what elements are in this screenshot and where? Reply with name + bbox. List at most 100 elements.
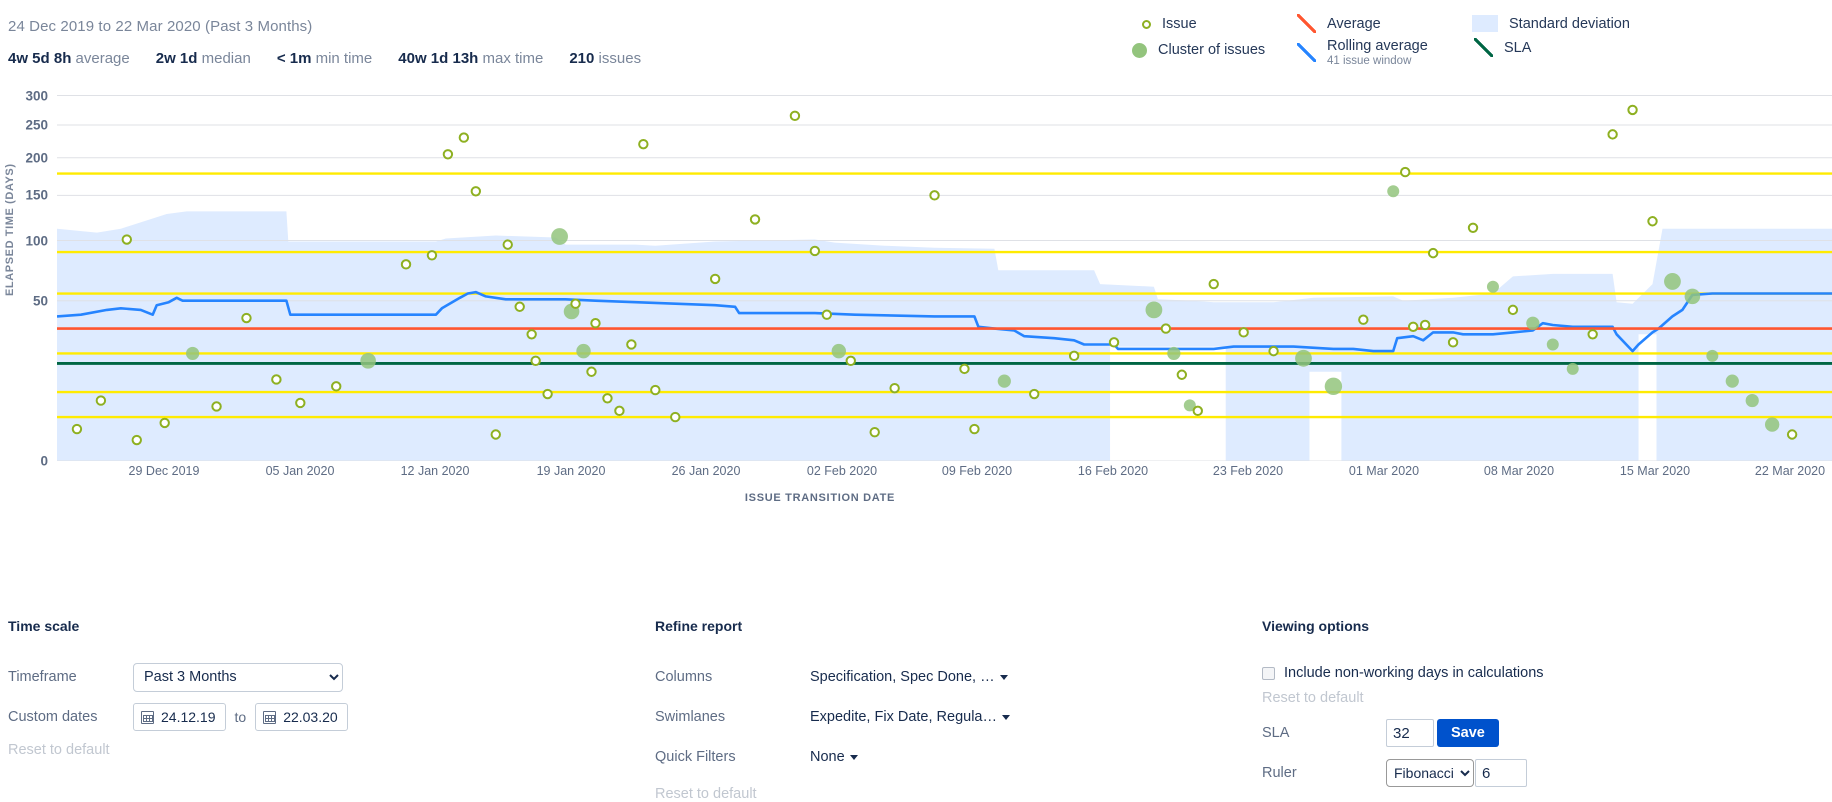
x-tick-label: 08 Mar 2020 — [1483, 464, 1555, 478]
date-range-label: 24 Dec 2019 to 22 Mar 2020 (Past 3 Month… — [8, 18, 313, 35]
columns-label: Columns — [655, 669, 713, 685]
ruler-type-select[interactable]: Fibonacci — [1386, 759, 1474, 787]
legend-item-sla: SLA — [1474, 38, 1531, 57]
y-tick-label: 100 — [25, 233, 48, 249]
legend-sublabel-rolling-average: 41 issue window — [1327, 55, 1412, 67]
x-tick-label: 12 Jan 2020 — [400, 464, 470, 478]
sla-input[interactable] — [1386, 719, 1434, 747]
legend-label-issue: Issue — [1162, 16, 1197, 33]
columns-dropdown[interactable]: Specification, Spec Done, … — [810, 669, 1008, 685]
stat-max-time: 40w 1d 13h max time — [398, 50, 544, 67]
calendar-icon — [141, 710, 154, 724]
y-tick-label: 150 — [25, 187, 48, 203]
columns-value: Specification, Spec Done, … — [810, 669, 995, 685]
ruler-row: Ruler Fibonacci — [1262, 756, 1822, 790]
ruler-count-input[interactable] — [1475, 759, 1527, 787]
x-axis-ticks: 29 Dec 2019 05 Jan 2020 12 Jan 2020 19 Jan … — [57, 464, 1832, 484]
sla-row: SLA Save — [1262, 716, 1822, 750]
stat-min-time: < 1m min time — [276, 50, 373, 67]
time-scale-title: Time scale — [8, 618, 80, 634]
x-tick-label: 05 Jan 2020 — [265, 464, 335, 478]
swimlanes-row: Swimlanes Expedite, Fix Date, Regula… — [655, 700, 1195, 734]
legend-label-average: Average — [1327, 15, 1381, 32]
x-tick-label: 09 Feb 2020 — [941, 464, 1013, 478]
y-tick-label: 300 — [25, 88, 48, 104]
chevron-down-icon — [999, 674, 1008, 680]
x-tick-label: 29 Dec 2019 — [128, 464, 200, 478]
y-tick-label: 250 — [25, 117, 48, 133]
x-tick-label: 19 Jan 2020 — [536, 464, 606, 478]
legend-item-standard-deviation: Standard deviation — [1472, 15, 1630, 32]
quick-filters-label: Quick Filters — [655, 749, 736, 765]
y-tick-label: 50 — [32, 293, 48, 309]
control-chart: ELAPSED TIME (DAYS) 29 Dec 2019 05 Jan 20… — [0, 78, 1832, 518]
summary-stats: 4w 5d 8h average 2w 1d median < 1m min tim… — [8, 50, 667, 67]
y-axis-title: ELAPSED TIME (DAYS) — [4, 163, 16, 296]
x-tick-label: 02 Feb 2020 — [806, 464, 878, 478]
x-tick-label: 23 Feb 2020 — [1212, 464, 1284, 478]
legend-label-rolling-average: Rolling average 41 issue window — [1327, 38, 1428, 67]
issue-marker-icon — [1142, 19, 1151, 29]
legend-item-cluster: Cluster of issues — [1132, 42, 1265, 58]
swimlanes-value: Expedite, Fix Date, Regula… — [810, 709, 997, 725]
date-from-value: 24.12.19 — [161, 709, 216, 725]
custom-dates-row: Custom dates 24.12.19 to 22.03.20 — [8, 700, 548, 734]
columns-row: Columns Specification, Spec Done, … — [655, 660, 1195, 694]
sla-marker-icon — [1474, 38, 1493, 57]
legend-item-average: Average — [1297, 14, 1381, 33]
viewing-options-reset-link[interactable]: Reset to default — [1262, 690, 1822, 706]
viewing-options-column: Viewing options Include non-working days… — [1262, 618, 1822, 790]
quick-filters-row: Quick Filters None — [655, 740, 1195, 774]
chart-legend: Issue Cluster of issues Average Rolling ave… — [1112, 14, 1832, 76]
refine-report-title: Refine report — [655, 618, 743, 634]
quick-filters-dropdown[interactable]: None — [810, 749, 858, 765]
non-working-days-label: Include non-working days in calculations — [1284, 665, 1544, 681]
swimlanes-dropdown[interactable]: Expedite, Fix Date, Regula… — [810, 709, 1010, 725]
x-axis-title: ISSUE TRANSITION DATE — [744, 492, 896, 504]
save-button[interactable]: Save — [1437, 719, 1499, 747]
date-to-connector: to — [234, 709, 247, 725]
stat-average: 4w 5d 8h average — [8, 50, 130, 67]
date-to-value: 22.03.20 — [283, 709, 338, 725]
legend-label-cluster: Cluster of issues — [1158, 42, 1266, 59]
x-tick-label: 16 Feb 2020 — [1077, 464, 1149, 478]
legend-item-rolling-average: Rolling average 41 issue window — [1297, 38, 1428, 67]
report-controls: Time scale Timeframe Past 3 Months Custo… — [0, 618, 1832, 802]
non-working-days-checkbox[interactable] — [1262, 666, 1275, 680]
time-scale-column: Time scale Timeframe Past 3 Months Custo… — [8, 618, 548, 758]
chevron-down-icon — [1001, 714, 1010, 720]
stat-issues: 210 issues — [569, 50, 642, 67]
calendar-icon — [263, 710, 277, 724]
timeframe-row: Timeframe Past 3 Months — [8, 660, 548, 694]
viewing-options-title: Viewing options — [1262, 618, 1370, 634]
legend-label-sla: SLA — [1504, 39, 1532, 56]
rolling-average-marker-icon — [1297, 43, 1316, 62]
x-tick-label: 22 Mar 2020 — [1754, 464, 1826, 478]
y-tick-label: 200 — [25, 150, 48, 166]
custom-dates-label: Custom dates — [8, 709, 98, 725]
chart-plot-area[interactable] — [56, 86, 1832, 462]
timeframe-label: Timeframe — [8, 669, 77, 685]
chart-svg — [56, 95, 1832, 462]
non-working-days-row[interactable]: Include non-working days in calculations — [1262, 660, 1822, 686]
legend-label-standard-deviation: Standard deviation — [1509, 15, 1630, 32]
date-to-field[interactable]: 22.03.20 — [255, 703, 348, 731]
timeframe-select[interactable]: Past 3 Months — [133, 662, 343, 692]
y-tick-label: 0 — [40, 453, 48, 469]
date-from-field[interactable]: 24.12.19 — [133, 703, 226, 731]
refine-report-column: Refine report Columns Specification, Spe… — [655, 618, 1195, 802]
cluster-marker-icon — [1132, 42, 1147, 58]
stat-median: 2w 1d median — [155, 50, 251, 67]
ruler-label: Ruler — [1262, 765, 1297, 781]
quick-filters-value: None — [810, 749, 845, 765]
standard-deviation-marker-icon — [1472, 15, 1498, 32]
x-tick-label: 15 Mar 2020 — [1619, 464, 1691, 478]
sla-label: SLA — [1262, 725, 1290, 741]
x-tick-label: 01 Mar 2020 — [1348, 464, 1420, 478]
chevron-down-icon — [849, 754, 858, 760]
x-tick-label: 26 Jan 2020 — [671, 464, 741, 478]
swimlanes-label: Swimlanes — [655, 709, 726, 725]
legend-item-issue: Issue — [1142, 16, 1197, 32]
time-scale-reset-link[interactable]: Reset to default — [8, 742, 548, 758]
average-marker-icon — [1297, 14, 1316, 33]
